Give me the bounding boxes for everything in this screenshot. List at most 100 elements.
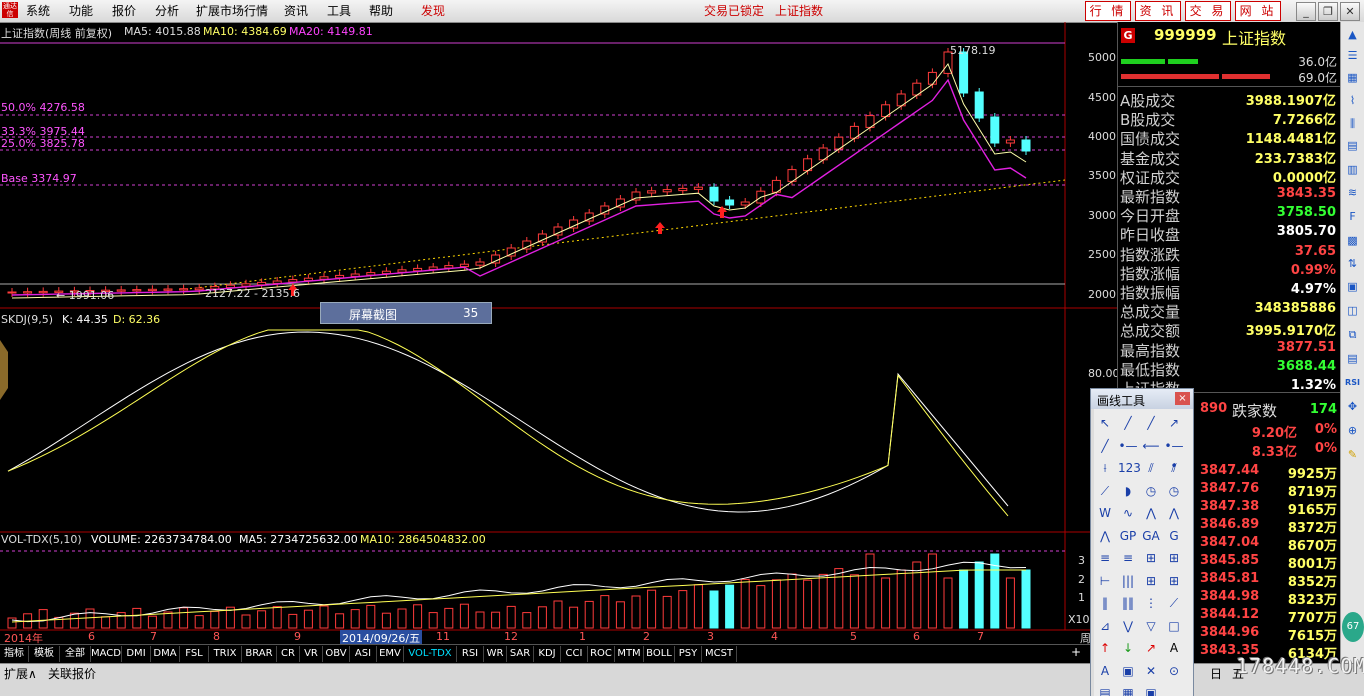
tab-roc[interactable]: ROC xyxy=(588,646,615,662)
tab-macd[interactable]: MACD xyxy=(91,646,122,662)
period-day-button[interactable]: 日 xyxy=(1210,665,1222,682)
menu-news[interactable]: 资讯 xyxy=(284,2,308,19)
draw-tool-button[interactable]: A xyxy=(1164,638,1184,658)
tab-wr[interactable]: WR xyxy=(484,646,507,662)
draw-tool-button[interactable]: ≡ xyxy=(1118,548,1138,568)
minimize-icon[interactable]: _ xyxy=(1296,2,1316,21)
draw-tool-button[interactable]: ⋮ xyxy=(1141,593,1161,613)
draw-tool-button[interactable]: G xyxy=(1164,526,1184,546)
pencil-icon[interactable]: ✎ xyxy=(1344,446,1361,463)
draw-tool-button[interactable]: ⊿ xyxy=(1095,616,1115,636)
draw-tool-button[interactable]: ▤ xyxy=(1095,683,1115,696)
draw-tool-button[interactable]: ⊙ xyxy=(1164,661,1184,681)
minute-chart-icon[interactable]: ⌇ xyxy=(1344,92,1361,109)
draw-tool-button[interactable]: ⫽ xyxy=(1141,458,1161,478)
draw-tool-button[interactable]: ⋀ xyxy=(1164,503,1184,523)
draw-tool-button[interactable]: ‖‖ xyxy=(1118,593,1138,613)
grid-icon[interactable]: ▦ xyxy=(1344,69,1361,86)
stats-icon[interactable]: ▤ xyxy=(1344,350,1361,367)
rsi-icon[interactable]: RSI xyxy=(1344,374,1361,391)
window-icon[interactable]: ◫ xyxy=(1344,302,1361,319)
tab-quotes[interactable]: 行 情 xyxy=(1085,1,1131,21)
draw-tool-button[interactable]: ↗ xyxy=(1164,413,1184,433)
draw-tool-button[interactable]: ↗ xyxy=(1141,638,1161,658)
tab-trix[interactable]: TRIX xyxy=(209,646,242,662)
chart-area[interactable]: 上证指数(周线 前复权) MA5: 4015.88 MA10: 4384.69 … xyxy=(0,22,1120,646)
kline-icon[interactable]: ⫼ xyxy=(1344,115,1361,132)
draw-tool-button[interactable]: ⊞ xyxy=(1164,571,1184,591)
draw-tool-button[interactable]: ▽ xyxy=(1141,616,1161,636)
close-icon[interactable]: ✕ xyxy=(1340,2,1360,21)
expand-button[interactable]: 扩展∧ xyxy=(4,665,37,682)
tab-mcst[interactable]: MCST xyxy=(702,646,737,662)
draw-tool-button[interactable]: •— xyxy=(1118,436,1138,456)
tab-vr[interactable]: VR xyxy=(300,646,323,662)
zoom-in-icon[interactable]: ⊕ xyxy=(1344,422,1361,439)
indicator-icon[interactable]: ≋ xyxy=(1344,184,1361,201)
tab-模板[interactable]: 模板 xyxy=(29,646,60,662)
draw-tool-button[interactable]: ⟵ xyxy=(1141,436,1161,456)
restore-icon[interactable]: ❐ xyxy=(1318,2,1338,21)
tab-obv[interactable]: OBV xyxy=(323,646,350,662)
tab-emv[interactable]: EMV xyxy=(377,646,404,662)
close-icon[interactable]: × xyxy=(1175,392,1190,405)
draw-tool-button[interactable]: 123 xyxy=(1118,458,1141,478)
tab-sar[interactable]: SAR xyxy=(507,646,534,662)
draw-tool-button[interactable]: ≡ xyxy=(1095,548,1115,568)
scroll-up-icon[interactable]: ▲ xyxy=(1344,26,1361,43)
tab-cr[interactable]: CR xyxy=(277,646,300,662)
tab-dma[interactable]: DMA xyxy=(151,646,180,662)
compare-icon[interactable]: ⧉ xyxy=(1344,326,1361,343)
draw-tool-button[interactable]: ⟊ xyxy=(1095,458,1115,478)
related-quotes-button[interactable]: 关联报价 xyxy=(48,665,96,682)
list-icon[interactable]: ☰ xyxy=(1344,47,1361,64)
menu-function[interactable]: 功能 xyxy=(69,2,93,19)
draw-tool-button[interactable]: ⟋ xyxy=(1095,481,1115,501)
chart-canvas[interactable] xyxy=(0,22,1117,644)
tab-vol-tdx[interactable]: VOL-TDX xyxy=(404,646,457,662)
tab-kdj[interactable]: KDJ xyxy=(534,646,561,662)
draw-tool-button[interactable]: ⊞ xyxy=(1164,548,1184,568)
draw-tool-button[interactable]: ◷ xyxy=(1164,481,1184,501)
draw-tool-button[interactable]: •—• xyxy=(1164,436,1184,473)
tab-fsl[interactable]: FSL xyxy=(180,646,209,662)
draw-tool-button[interactable]: ⊞ xyxy=(1141,548,1161,568)
add-tab-button[interactable]: + xyxy=(1071,645,1081,659)
tab-website[interactable]: 网 站 xyxy=(1235,1,1281,21)
tab-trade[interactable]: 交 易 xyxy=(1185,1,1231,21)
bar-icon[interactable]: ▥ xyxy=(1344,161,1361,178)
draw-tool-button[interactable]: ╱ xyxy=(1095,436,1115,456)
draw-tool-button[interactable]: ⊢ xyxy=(1095,571,1115,591)
draw-tool-button[interactable]: ◷ xyxy=(1141,481,1161,501)
tab-rsi[interactable]: RSI xyxy=(457,646,484,662)
menu-discover[interactable]: 发现 xyxy=(421,2,445,19)
menu-tools[interactable]: 工具 xyxy=(327,2,351,19)
draw-tool-button[interactable]: W xyxy=(1095,503,1115,523)
move-icon[interactable]: ✥ xyxy=(1344,398,1361,415)
draw-tool-button[interactable]: ◗ xyxy=(1118,481,1138,501)
draw-tool-button[interactable]: A xyxy=(1095,661,1115,681)
draw-tool-button[interactable]: ✕ xyxy=(1141,661,1161,681)
tab-news[interactable]: 资 讯 xyxy=(1135,1,1181,21)
draw-tool-button[interactable]: ╱ xyxy=(1141,413,1161,433)
sort-icon[interactable]: ⇅ xyxy=(1344,255,1361,272)
draw-tool-button[interactable]: ▦ xyxy=(1118,683,1138,696)
tab-psy[interactable]: PSY xyxy=(675,646,702,662)
draw-tool-button[interactable]: ↓ xyxy=(1118,638,1138,658)
tab-brar[interactable]: BRAR xyxy=(242,646,277,662)
draw-tool-button[interactable]: ▣ xyxy=(1141,683,1161,696)
draw-tool-button[interactable]: ⟋ xyxy=(1164,593,1184,613)
menu-system[interactable]: 系统 xyxy=(26,2,50,19)
draw-tool-button[interactable]: GP xyxy=(1118,526,1138,546)
fundamental-icon[interactable]: F xyxy=(1344,208,1361,225)
speed-icon[interactable]: 67 xyxy=(1342,612,1364,642)
menu-help[interactable]: 帮助 xyxy=(369,2,393,19)
table-icon[interactable]: ▤ xyxy=(1344,137,1361,154)
draw-tool-button[interactable]: □ xyxy=(1164,616,1184,636)
menu-analysis[interactable]: 分析 xyxy=(155,2,179,19)
draw-tool-button[interactable]: ∿ xyxy=(1118,503,1138,523)
chart-icon[interactable]: ▩ xyxy=(1344,232,1361,249)
draw-tool-button[interactable]: GA xyxy=(1141,526,1161,546)
draw-tool-button[interactable]: ╱ xyxy=(1118,413,1138,433)
menu-quote[interactable]: 报价 xyxy=(112,2,136,19)
